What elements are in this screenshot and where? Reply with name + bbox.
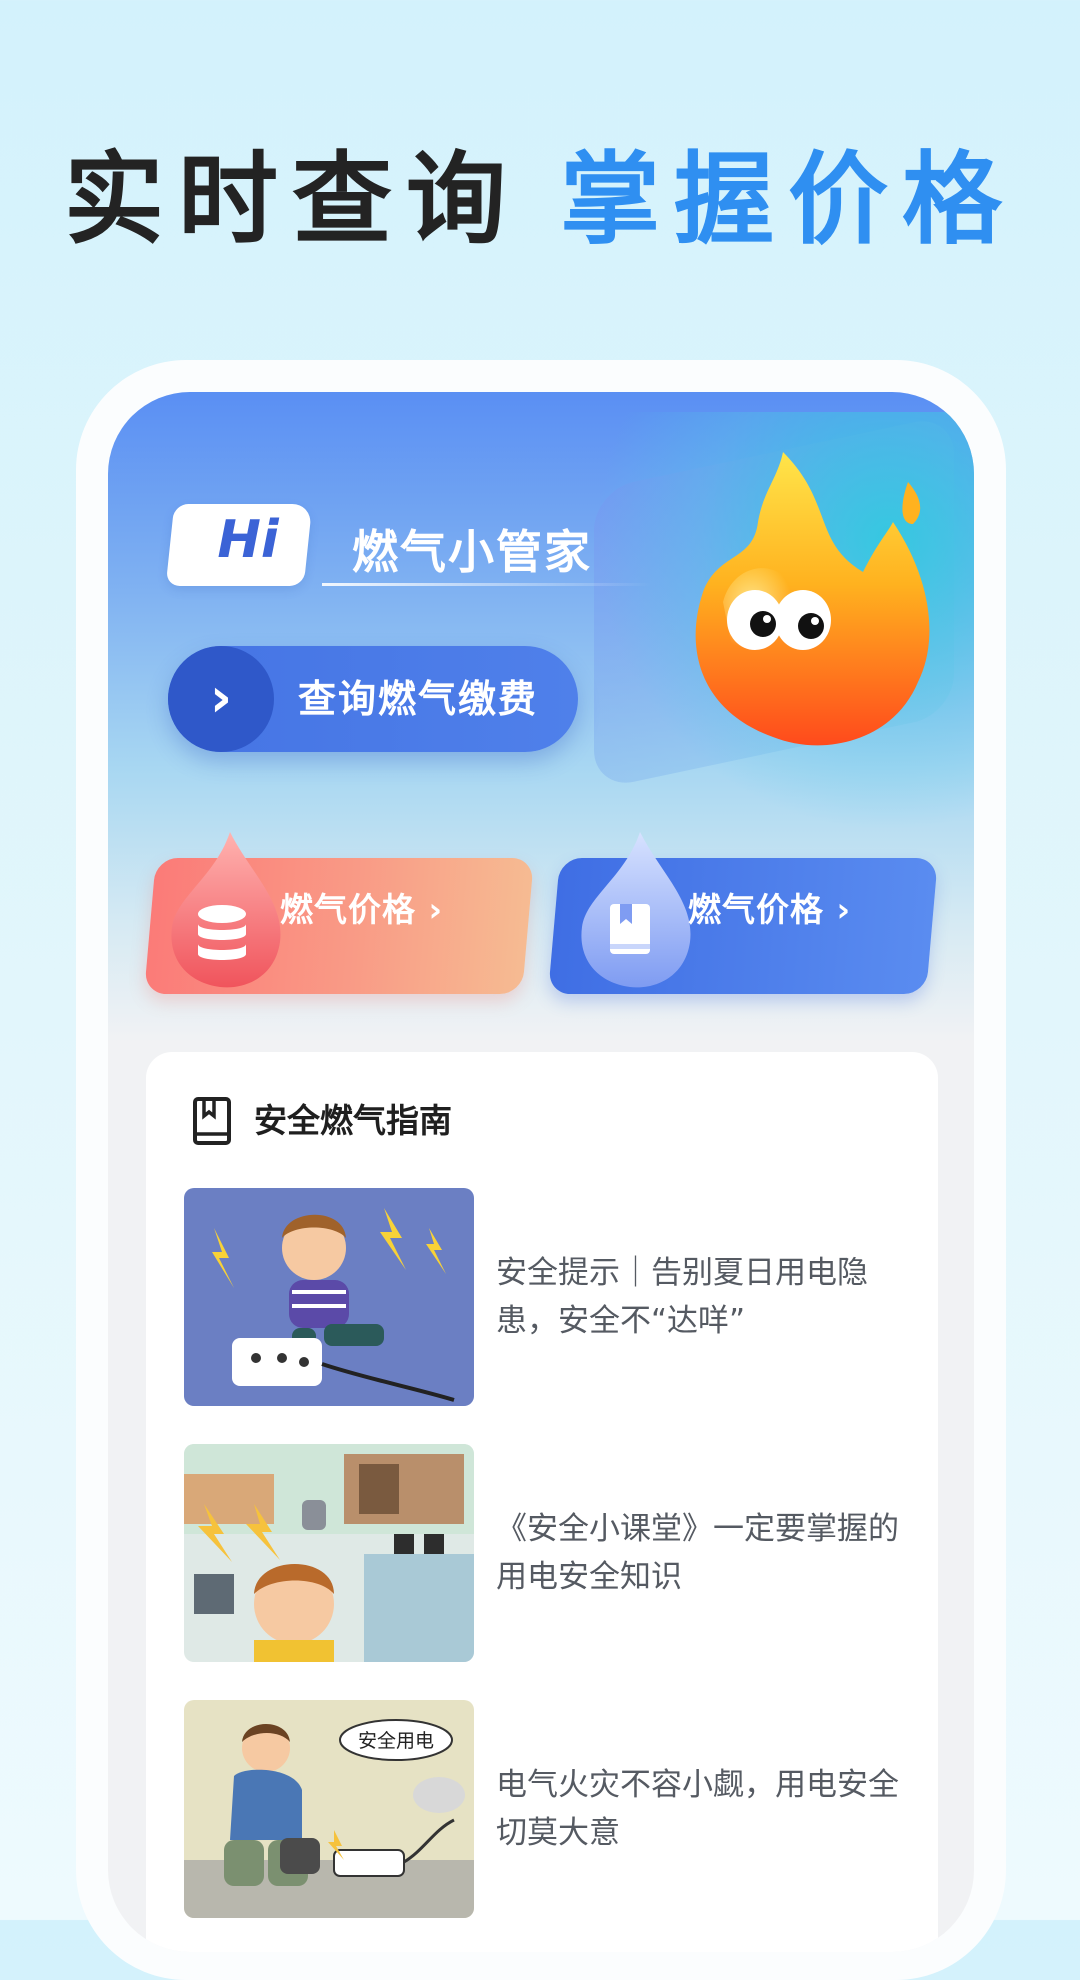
hi-badge-text: Hi [217,510,279,570]
hero-banner: Hi 燃气小管家 › 查询燃气缴费 燃气价格 › 燃气价格 › [108,392,974,1042]
book-outline-icon [193,1097,231,1145]
gas-price-label-2: 燃气价格 › [688,890,852,929]
article-title-2: 《安全小课堂》一定要掌握的用电安全知识 [496,1511,899,1595]
article-item-1[interactable]: 安全提示｜告别夏日用电隐患，安全不“达咩” [184,1188,900,1408]
title-underline [322,583,652,586]
headline-blue: 掌握价格 [560,141,1016,258]
article-thumbnail-1 [184,1188,474,1406]
article-thumbnail-2 [184,1444,474,1662]
database-icon [171,832,281,988]
flame-mascot-icon [695,452,930,746]
app-screen: Hi 燃气小管家 › 查询燃气缴费 燃气价格 › 燃气价格 › 安全燃气指南 安… [108,392,974,1952]
chevron-right-icon: › [168,646,274,752]
query-gas-payment-label: 查询燃气缴费 [298,677,539,721]
headline: 实时查询 掌握价格 [0,118,1080,263]
article-item-3[interactable]: 安全用电 电气火灾不容小觑，用电安全切莫大意 [184,1700,900,1920]
article-thumbnail-3: 安全用电 [184,1700,474,1918]
book-icon [581,832,691,988]
thumb-caption: 安全用电 [358,1730,434,1752]
gas-price-label-1: 燃气价格 › [280,890,444,929]
headline-dark: 实时查询 [64,141,520,258]
safety-guide-panel: 安全燃气指南 安全提示｜告别夏日用电隐患，安全不“达咩” 《安全小课堂》一定要掌… [146,1052,938,1952]
app-title: 燃气小管家 [352,525,592,579]
article-title-1: 安全提示｜告别夏日用电隐患，安全不“达咩” [496,1255,868,1339]
article-title-3: 电气火灾不容小觑，用电安全切莫大意 [496,1767,899,1851]
guide-title: 安全燃气指南 [254,1101,452,1140]
query-gas-payment-button[interactable]: › 查询燃气缴费 [168,646,578,752]
article-item-2[interactable]: 《安全小课堂》一定要掌握的用电安全知识 [184,1444,900,1664]
